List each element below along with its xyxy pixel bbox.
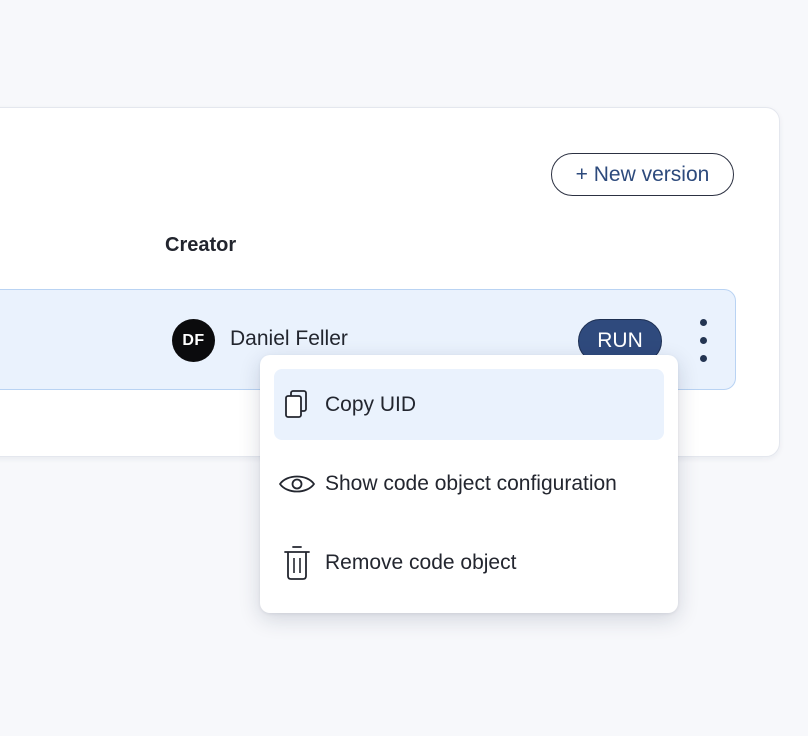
more-options-icon[interactable] (692, 316, 716, 366)
menu-item-label: Show code object configuration (325, 471, 617, 495)
trash-icon (276, 542, 318, 584)
menu-item-copy-uid[interactable]: Copy UID (274, 369, 664, 440)
new-version-button[interactable]: + New version (551, 153, 734, 196)
menu-item-label: Copy UID (325, 392, 417, 416)
menu-item-remove-code-object[interactable]: Remove code object (274, 527, 664, 598)
menu-item-label: Remove code object (325, 550, 517, 574)
creator-column-header: Creator (165, 234, 237, 256)
context-menu: Copy UID Show code object configuration … (260, 355, 678, 613)
menu-item-show-configuration[interactable]: Show code object configuration (274, 448, 664, 519)
eye-icon (276, 463, 318, 505)
avatar: DF (172, 319, 215, 362)
creator-name: Daniel Feller (230, 327, 348, 350)
copy-icon (276, 384, 318, 426)
